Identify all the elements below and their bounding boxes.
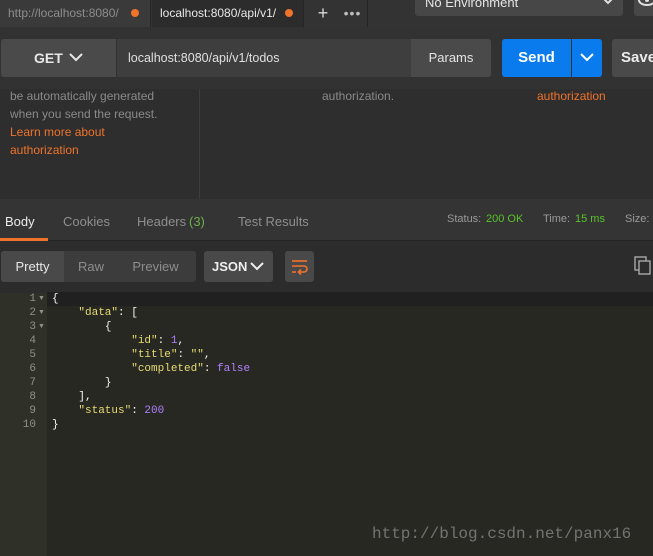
code-line: "title": "", bbox=[131, 349, 211, 361]
code-line: { bbox=[104, 321, 112, 333]
method-select[interactable]: GET bbox=[1, 39, 116, 77]
code-line: { bbox=[52, 293, 59, 305]
line-number: 10 bbox=[22, 419, 36, 431]
copy-icon[interactable] bbox=[634, 256, 652, 276]
code-line: "data": [ bbox=[78, 307, 138, 319]
code-line: } bbox=[52, 419, 59, 431]
chevron-down-icon bbox=[603, 0, 613, 5]
code-line: ], bbox=[78, 391, 92, 403]
fold-arrow-icon[interactable]: ▼ bbox=[38, 292, 46, 306]
tab-title: localhost:8080/api/v1/ bbox=[160, 6, 277, 20]
chevron-down-icon bbox=[250, 262, 264, 271]
tab-title: http://localhost:8080/ bbox=[8, 6, 119, 20]
environment-select[interactable]: No Environment bbox=[415, 0, 623, 16]
tab-test-results[interactable]: Test Results bbox=[238, 214, 309, 229]
tab-headers[interactable]: Headers bbox=[137, 214, 186, 229]
eye-icon bbox=[638, 0, 653, 6]
line-number: 9 bbox=[29, 405, 36, 417]
save-button[interactable]: Save bbox=[612, 39, 653, 77]
unsaved-dot-icon bbox=[131, 9, 139, 17]
headers-count-badge: (3) bbox=[189, 214, 205, 229]
active-line-highlight bbox=[47, 292, 653, 306]
status-value: 200 OK bbox=[486, 213, 524, 225]
line-number: 3 bbox=[29, 321, 36, 333]
chevron-down-icon bbox=[580, 53, 594, 62]
new-tab-button[interactable]: + bbox=[310, 0, 336, 27]
tab-cookies[interactable]: Cookies bbox=[63, 214, 110, 229]
chevron-down-icon bbox=[69, 53, 83, 62]
preview-button[interactable]: Preview bbox=[118, 251, 193, 282]
auth-help-text: authorization. bbox=[322, 89, 395, 103]
unsaved-dot-icon bbox=[285, 9, 293, 17]
fold-arrow-icon[interactable]: ▼ bbox=[38, 306, 46, 320]
language-value: JSON bbox=[212, 259, 248, 274]
tab-body[interactable]: Body bbox=[5, 214, 35, 229]
auth-help-text: when you send the request. bbox=[10, 107, 158, 121]
line-number: 6 bbox=[29, 363, 36, 375]
params-button[interactable]: Params bbox=[411, 39, 491, 77]
learn-more-link[interactable]: Learn more about bbox=[10, 123, 105, 141]
environment-quick-look-button[interactable] bbox=[634, 0, 653, 16]
authorization-link[interactable]: authorization bbox=[537, 87, 606, 105]
line-number: 2 bbox=[29, 307, 36, 319]
line-number: 5 bbox=[29, 349, 36, 361]
line-number: 8 bbox=[29, 391, 36, 403]
pretty-button[interactable]: Pretty bbox=[1, 251, 64, 282]
auth-help-text: be automatically generated bbox=[10, 89, 155, 103]
wrap-lines-button[interactable] bbox=[285, 251, 314, 282]
send-button[interactable]: Send bbox=[502, 39, 571, 77]
url-input[interactable] bbox=[117, 39, 411, 77]
code-line: "completed": false bbox=[131, 363, 251, 375]
fold-arrow-icon[interactable]: ▼ bbox=[38, 320, 46, 334]
status-label: Status: bbox=[447, 213, 482, 225]
request-tab-1[interactable]: http://localhost:8080/ bbox=[0, 0, 151, 27]
line-number: 1 bbox=[29, 293, 36, 305]
line-number: 7 bbox=[29, 377, 36, 389]
learn-more-link[interactable]: authorization bbox=[10, 141, 79, 159]
time-value: 15 ms bbox=[575, 213, 605, 225]
code-line: "id": 1, bbox=[131, 335, 185, 347]
divider bbox=[199, 89, 200, 199]
wrap-lines-icon bbox=[292, 260, 308, 276]
line-number: 4 bbox=[29, 335, 36, 347]
raw-button[interactable]: Raw bbox=[66, 251, 116, 282]
code-line: "status": 200 bbox=[78, 405, 165, 417]
environment-value: No Environment bbox=[425, 0, 519, 10]
time-label: Time: bbox=[543, 213, 571, 225]
code-line: } bbox=[104, 377, 112, 389]
request-tab-2[interactable]: localhost:8080/api/v1/ bbox=[152, 0, 304, 27]
more-tabs-button[interactable]: ••• bbox=[338, 0, 368, 27]
size-label: Size: bbox=[625, 213, 650, 225]
method-value: GET bbox=[34, 50, 63, 66]
watermark: http://blog.csdn.net/panx16 bbox=[372, 525, 632, 543]
